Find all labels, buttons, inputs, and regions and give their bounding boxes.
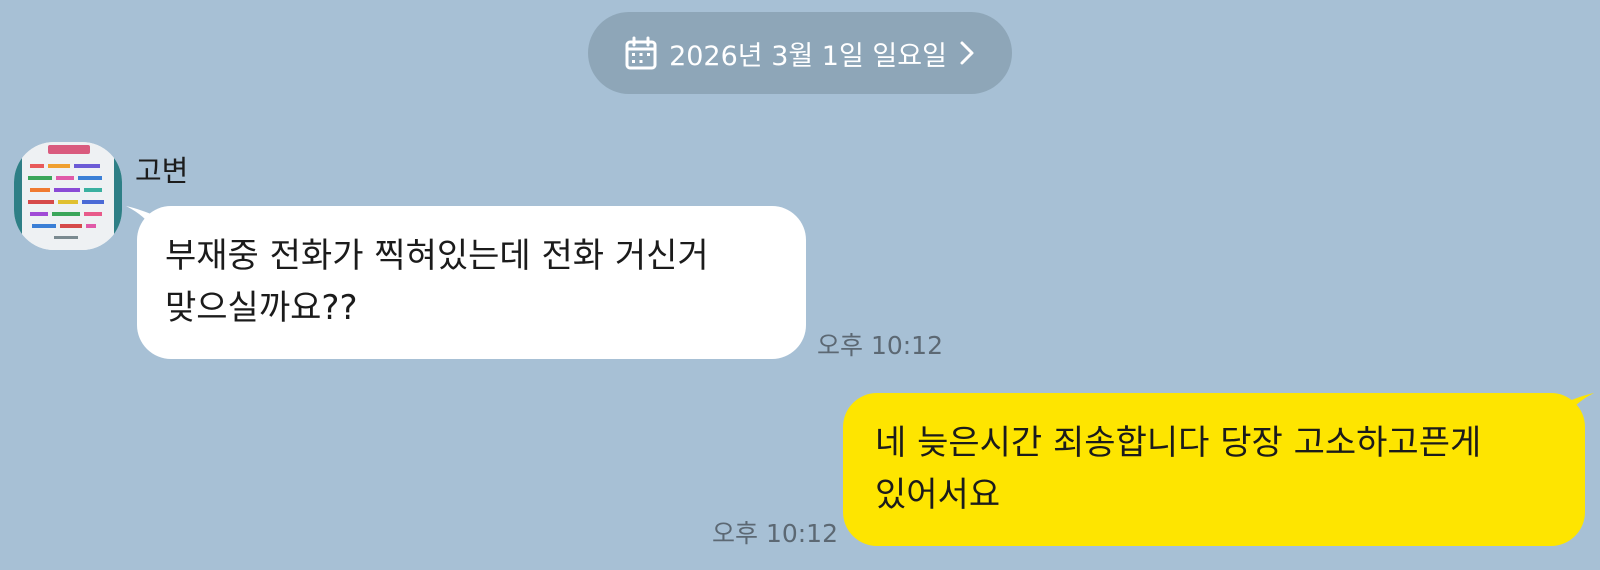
sender-name: 고변 (135, 154, 189, 188)
date-header-button[interactable]: 2026년 3월 1일 일요일 (588, 12, 1012, 94)
outgoing-message-bubble[interactable]: 네 늦은시간 죄송합니다 당장 고소하고픈게 있어서요 (843, 393, 1585, 546)
incoming-message-line: 맞으실까요?? (165, 288, 358, 328)
calendar-icon (625, 36, 657, 70)
incoming-message-bubble[interactable]: 부재중 전화가 찍혀있는데 전화 거신거 맞으실까요?? (137, 206, 806, 359)
outgoing-message-line: 있어서요 (875, 475, 1001, 515)
sender-avatar[interactable] (14, 142, 122, 250)
chevron-right-icon (960, 41, 974, 65)
outgoing-message-line: 네 늦은시간 죄송합니다 당장 고소하고픈게 (875, 423, 1482, 463)
avatar-image (14, 142, 122, 250)
incoming-message-line: 부재중 전화가 찍혀있는데 전화 거신거 (165, 236, 709, 276)
date-label: 2026년 3월 1일 일요일 (669, 40, 947, 72)
incoming-timestamp: 오후 10:12 (817, 331, 943, 360)
outgoing-timestamp: 오후 10:12 (712, 519, 838, 548)
